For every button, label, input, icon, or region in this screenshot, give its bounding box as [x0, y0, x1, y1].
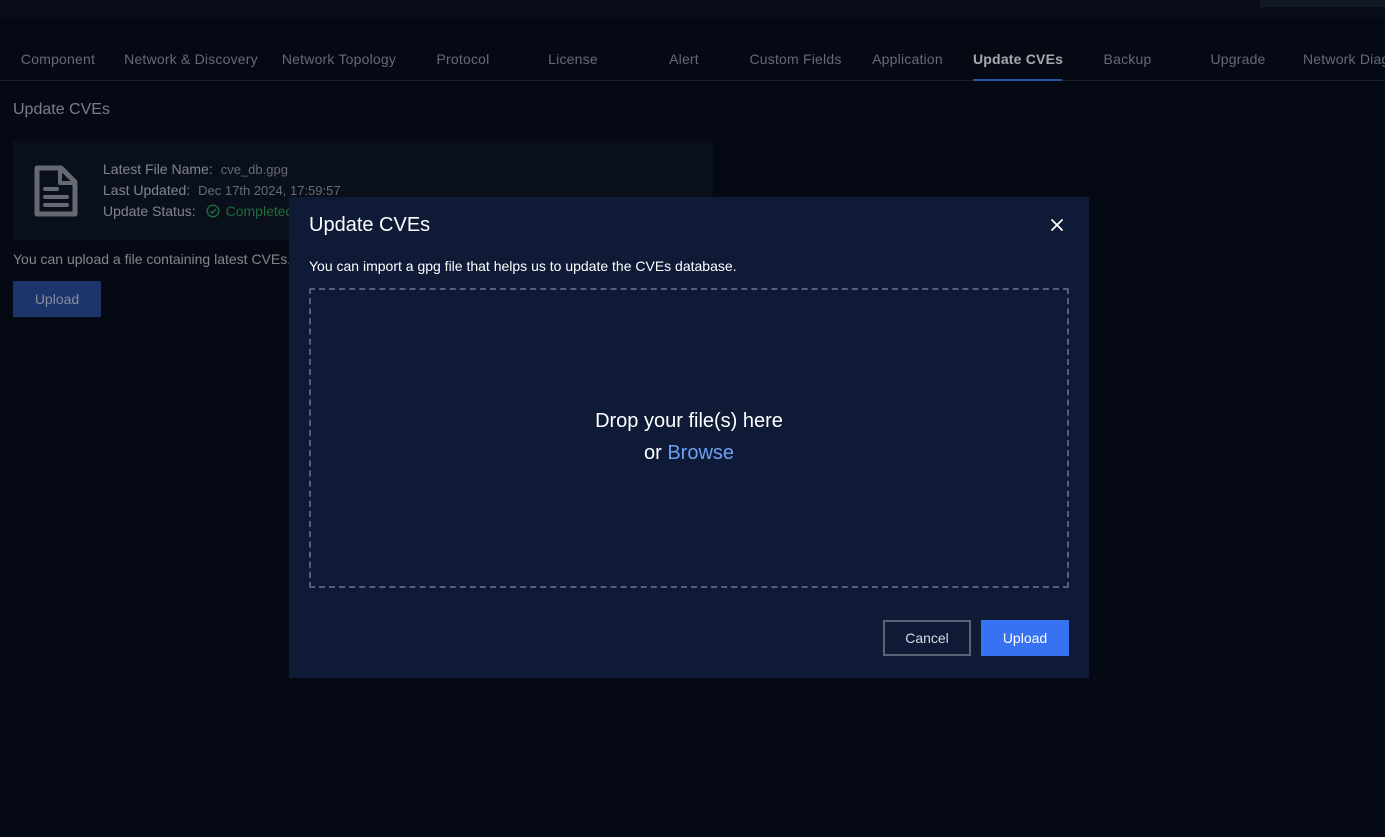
browse-line: or Browse [311, 442, 1067, 465]
browse-link[interactable]: Browse [667, 442, 734, 464]
cancel-button[interactable]: Cancel [883, 620, 971, 656]
modal-title: Update CVEs [309, 214, 431, 236]
update-cves-modal: Update CVEs You can import a gpg file th… [289, 197, 1089, 678]
modal-subtitle: You can import a gpg file that helps us … [309, 258, 737, 274]
modal-upload-button[interactable]: Upload [981, 620, 1069, 656]
file-dropzone[interactable]: Drop your file(s) here or Browse [309, 288, 1069, 588]
or-text: or [643, 442, 662, 464]
close-icon[interactable] [1047, 215, 1067, 235]
drop-text: Drop your file(s) here [595, 410, 783, 432]
